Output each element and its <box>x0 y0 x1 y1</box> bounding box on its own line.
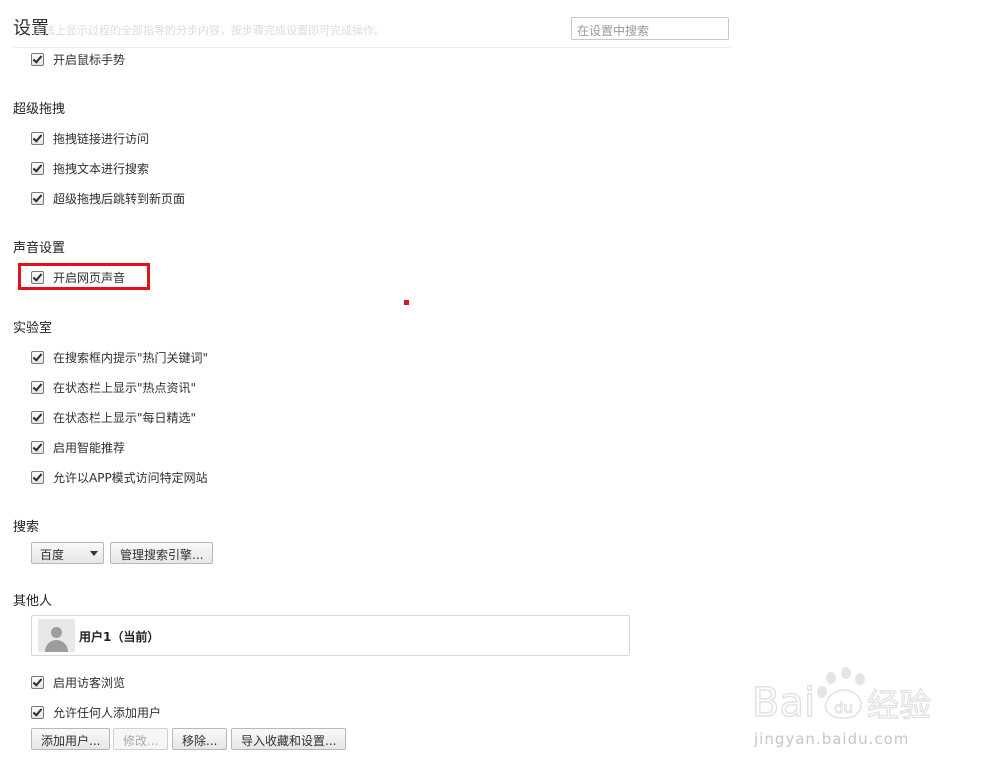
section-title-lab: 实验室 <box>13 321 53 336</box>
manage-search-engines-button[interactable]: 管理搜索引擎... <box>110 542 214 564</box>
checkbox-label: 允许任何人添加用户 <box>53 705 162 720</box>
avatar-icon <box>38 619 75 652</box>
user-list[interactable]: 用户1（当前） <box>31 615 630 656</box>
checkbox-label: 允许以APP模式访问特定网站 <box>53 470 208 485</box>
checkbox-row-drag-new-page[interactable]: 超级拖拽后跳转到新页面 <box>31 190 185 206</box>
checkbox-label: 拖拽链接进行访问 <box>53 131 150 146</box>
svg-text:经验: 经验 <box>867 686 931 724</box>
section-title-drag: 超级拖拽 <box>13 102 66 117</box>
checkbox-label: 在状态栏上显示"热点资讯" <box>53 380 197 395</box>
checkbox[interactable] <box>31 350 44 364</box>
checkbox[interactable] <box>31 440 44 454</box>
search-engine-select[interactable]: 百度 <box>31 542 104 564</box>
settings-search-input[interactable]: 在设置中搜索 <box>571 17 729 40</box>
svg-text:Bai: Bai <box>752 680 815 726</box>
section-title-search: 搜索 <box>13 520 40 535</box>
svg-text:du: du <box>834 699 853 717</box>
checkbox-label: 拖拽文本进行搜索 <box>53 161 150 176</box>
checkbox-row-hot-keywords[interactable]: 在搜索框内提示"热门关键词" <box>31 349 208 365</box>
import-bookmarks-button[interactable]: 导入收藏和设置... <box>231 728 347 750</box>
checkbox-row-app-mode[interactable]: 允许以APP模式访问特定网站 <box>31 469 208 485</box>
checkbox[interactable] <box>31 52 44 66</box>
dropdown-arrow-icon <box>90 551 98 556</box>
checkbox-label: 启用智能推荐 <box>53 440 126 455</box>
checkbox[interactable] <box>31 675 44 689</box>
checkbox[interactable] <box>31 410 44 424</box>
checkbox-row-hot-news[interactable]: 在状态栏上显示"热点资讯" <box>31 379 196 395</box>
checkbox-row-drag-link[interactable]: 拖拽链接进行访问 <box>31 130 149 146</box>
checkbox[interactable] <box>31 191 44 205</box>
checkbox-row-drag-text[interactable]: 拖拽文本进行搜索 <box>31 160 149 176</box>
search-engine-selected: 百度 <box>40 548 65 562</box>
checkbox-label: 在状态栏上显示"每日精选" <box>53 410 197 425</box>
checkbox-label: 在搜索框内提示"热门关键词" <box>53 350 209 365</box>
current-user-name: 用户1（当前） <box>79 630 160 644</box>
remove-user-button[interactable]: 移除... <box>172 728 228 750</box>
section-title-sound: 声音设置 <box>13 241 66 256</box>
checkbox-row-mouse-gesture[interactable]: 开启鼠标手势 <box>31 51 125 67</box>
watermark-url: jingyan.baidu.com <box>754 730 910 748</box>
checkbox[interactable] <box>31 380 44 394</box>
checkbox-row-smart-recommend[interactable]: 启用智能推荐 <box>31 439 125 455</box>
annotation-dot <box>404 300 409 305</box>
checkbox-label: 开启鼠标手势 <box>53 52 126 67</box>
section-title-people: 其他人 <box>13 594 53 609</box>
faded-description: 无法上显示过程的全部指导的分步内容，按步骤完成设置即可完成操作。 <box>33 24 385 37</box>
add-user-button[interactable]: 添加用户... <box>31 728 111 750</box>
checkbox-row-daily-picks[interactable]: 在状态栏上显示"每日精选" <box>31 409 196 425</box>
checkbox-row-anyone-add-user[interactable]: 允许任何人添加用户 <box>31 704 161 720</box>
checkbox[interactable] <box>31 470 44 484</box>
header-divider <box>13 47 731 48</box>
checkbox-row-guest-browsing[interactable]: 启用访客浏览 <box>31 674 125 690</box>
highlight-annotation-box <box>18 263 150 290</box>
checkbox-label: 超级拖拽后跳转到新页面 <box>53 191 186 206</box>
checkbox[interactable] <box>31 161 44 175</box>
edit-user-button[interactable]: 修改... <box>113 728 169 750</box>
checkbox-label: 启用访客浏览 <box>53 675 126 690</box>
checkbox[interactable] <box>31 705 44 719</box>
checkbox[interactable] <box>31 131 44 145</box>
